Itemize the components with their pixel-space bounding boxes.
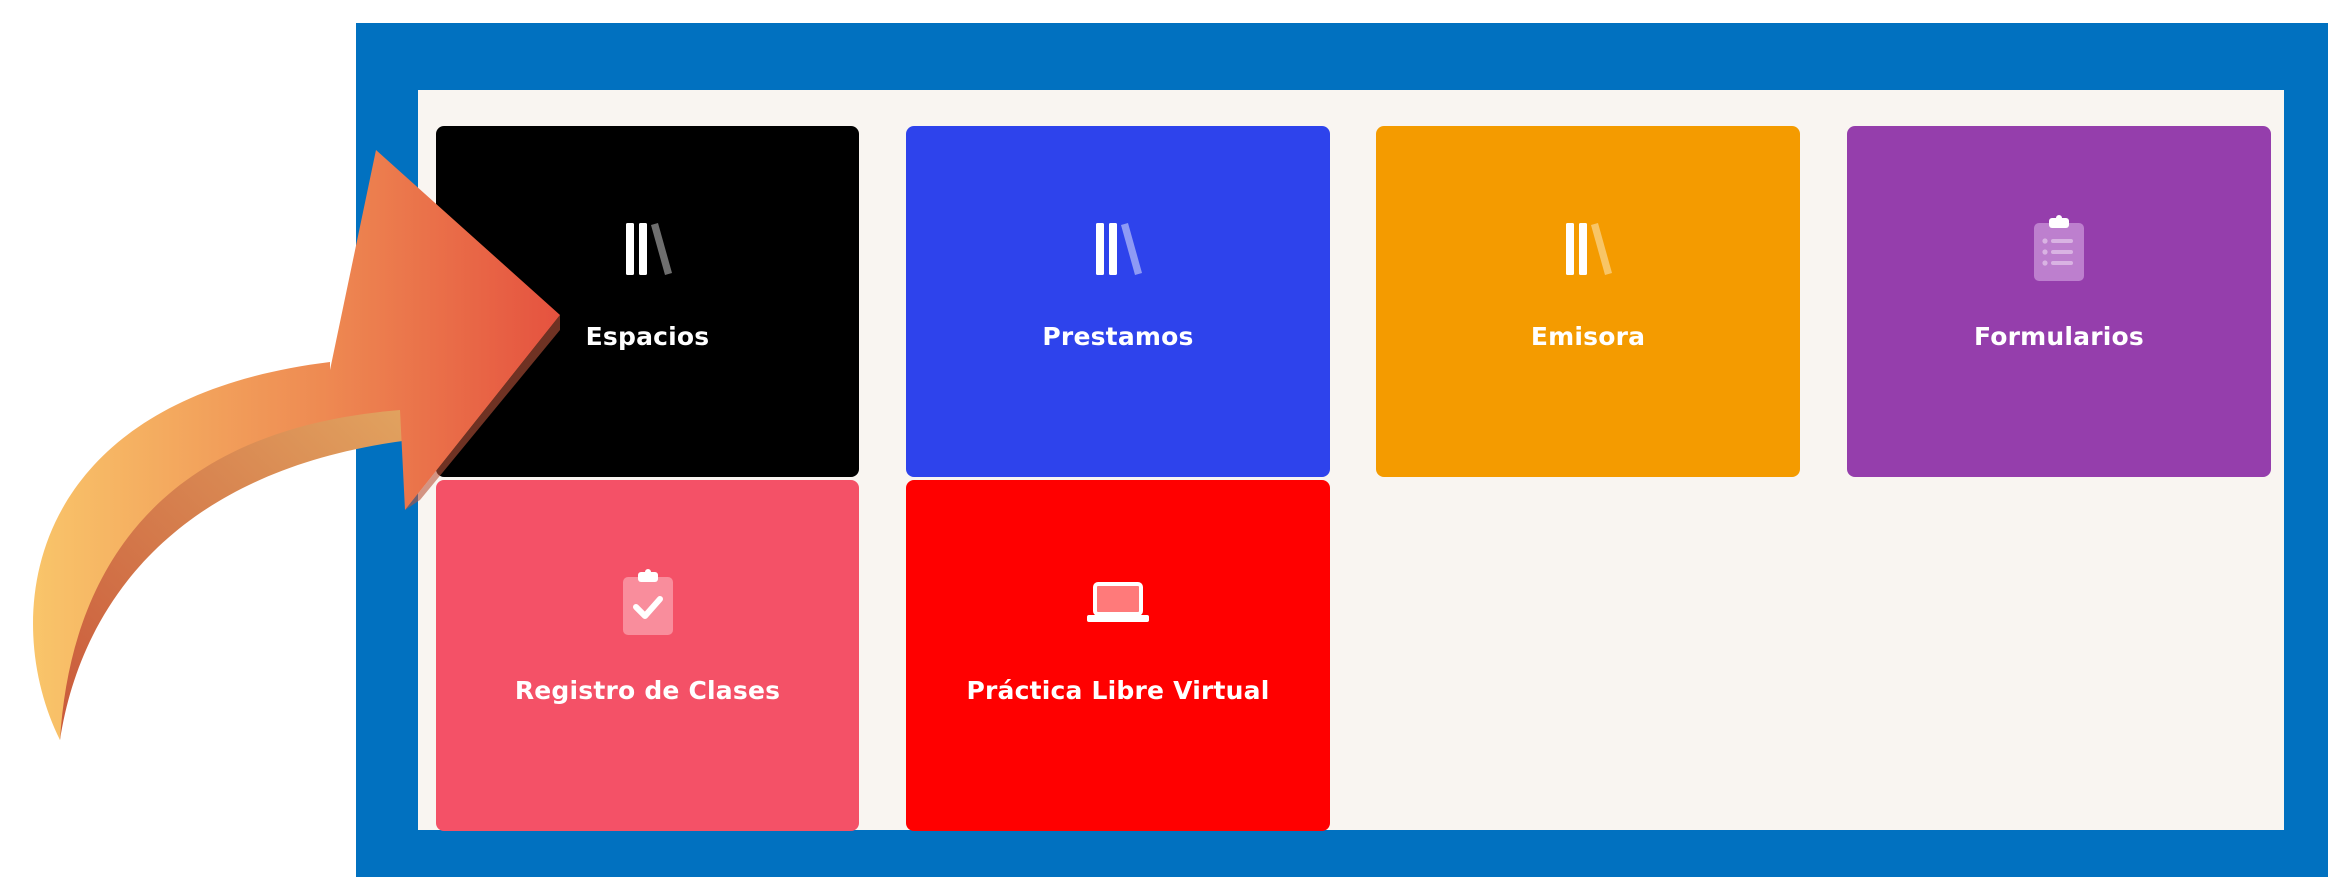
tile-espacios[interactable]: Espacios	[436, 126, 859, 477]
tile-label: Formularios	[1973, 322, 2144, 351]
tile-label: Práctica Libre Virtual	[966, 676, 1270, 705]
tile-label: Espacios	[585, 322, 710, 351]
blue-frame: Espacios Prestamos Emisora Formularios R…	[356, 23, 2328, 877]
menu-panel: Espacios Prestamos Emisora Formularios R…	[418, 90, 2284, 831]
tile-practica-libre-virtual[interactable]: Práctica Libre Virtual	[906, 480, 1330, 831]
books-icon	[613, 214, 683, 284]
books-icon	[1083, 214, 1153, 284]
tile-prestamos[interactable]: Prestamos	[906, 126, 1330, 477]
clipboard-list-icon	[2024, 214, 2094, 284]
books-icon	[1553, 214, 1623, 284]
tile-emisora[interactable]: Emisora	[1376, 126, 1800, 477]
clipboard-check-icon	[613, 568, 683, 638]
tile-label: Emisora	[1530, 322, 1646, 351]
tile-formularios[interactable]: Formularios	[1847, 126, 2271, 477]
tile-label: Prestamos	[1042, 322, 1194, 351]
tile-registro-de-clases[interactable]: Registro de Clases	[436, 480, 859, 831]
tile-label: Registro de Clases	[514, 676, 781, 705]
laptop-icon	[1083, 568, 1153, 638]
